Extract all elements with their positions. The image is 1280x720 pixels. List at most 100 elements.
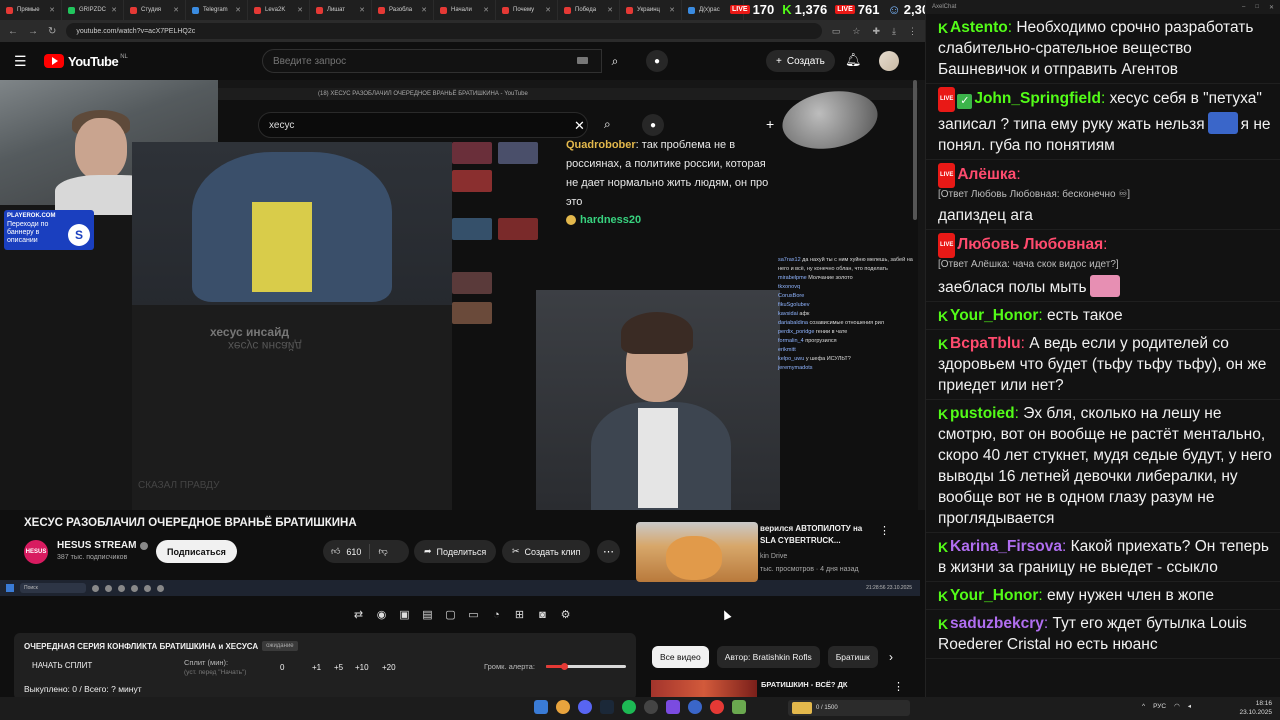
plus-20-button[interactable]: +20 <box>382 663 396 672</box>
forward-icon[interactable]: → <box>28 26 38 37</box>
browser-tab[interactable]: Победа ✕ <box>558 0 620 20</box>
chat-username[interactable]: Алёшка <box>957 166 1016 183</box>
app-icon[interactable] <box>666 700 680 714</box>
browser-tab[interactable]: Лишат ✕ <box>310 0 372 20</box>
spotify-icon[interactable] <box>622 700 636 714</box>
chrome-icon[interactable] <box>556 700 570 714</box>
create-button[interactable]: + Создать <box>766 50 835 72</box>
account-avatar[interactable] <box>879 51 899 71</box>
gear-icon[interactable]: ⚙ <box>557 606 574 623</box>
bell-icon[interactable]: 🔔︎ <box>845 52 862 68</box>
tab-close-icon[interactable]: ✕ <box>483 6 489 14</box>
tab-close-icon[interactable]: ✕ <box>173 6 179 14</box>
chat-username[interactable]: Your_Honor <box>950 587 1038 604</box>
chip-all-videos[interactable]: Все видео <box>652 646 709 668</box>
youtube-logo[interactable]: YouTube NL <box>44 54 128 69</box>
steam-icon[interactable] <box>600 700 614 714</box>
chip-bratishkin[interactable]: Братишк <box>827 646 878 668</box>
related-more-icon-2[interactable]: ⋮ <box>893 680 904 693</box>
plus-1-button[interactable]: +1 <box>312 663 321 672</box>
channel-avatar[interactable]: HESUS <box>24 540 48 564</box>
chat-username[interactable]: Astento <box>950 19 1008 36</box>
reload-icon[interactable]: ↻ <box>48 26 56 37</box>
chat-username[interactable]: Любовь Любовная <box>957 236 1103 253</box>
related-video-2[interactable]: БРАТИШКИН - ВСЁ? ДК ⋮ <box>651 678 921 698</box>
url-field[interactable]: youtube.com/watch?v=acX7PELHQ2c <box>66 23 822 39</box>
wifi-icon[interactable]: ◠ <box>1174 702 1180 710</box>
clapper-icon[interactable]: ▤ <box>419 606 436 623</box>
tab-close-icon[interactable]: ✕ <box>359 6 365 14</box>
search-button[interactable]: ⌕ <box>600 49 630 73</box>
keyboard-icon[interactable] <box>577 57 588 64</box>
audio-icon[interactable]: ◉ <box>373 606 390 623</box>
obs-icon[interactable] <box>644 700 658 714</box>
chevron-up-icon[interactable]: ^ <box>1142 703 1145 710</box>
mic-button[interactable]: ● <box>646 50 668 72</box>
chat-username[interactable]: Karina_Firsova <box>950 538 1062 555</box>
speed-icon[interactable]: ◔ <box>488 606 505 623</box>
tab-close-icon[interactable]: ✕ <box>235 6 241 14</box>
channel-name[interactable]: HESUS STREAM <box>57 540 149 551</box>
chat-username[interactable]: John_Springfield <box>974 90 1101 107</box>
like-button[interactable]: 👍︎ 610 <box>323 544 371 559</box>
more-actions-button[interactable]: ⋯ <box>597 540 620 563</box>
split-value[interactable]: 0 <box>280 663 284 672</box>
browser-tab[interactable]: Студия ✕ <box>124 0 186 20</box>
hamburger-icon[interactable]: ☰ <box>14 53 28 70</box>
clip-button[interactable]: ✂ Создать клип <box>502 540 591 563</box>
browser-tab[interactable]: Начали ✕ <box>434 0 496 20</box>
browser-tab[interactable]: Leva2K ✕ <box>248 0 310 20</box>
menu-icon[interactable]: ⋮ <box>908 26 917 37</box>
language-indicator[interactable]: РУС <box>1153 703 1166 710</box>
browser-tab[interactable]: Прямые ✕ <box>0 0 62 20</box>
tab-close-icon[interactable]: ✕ <box>111 6 117 14</box>
slider-knob[interactable] <box>560 663 568 670</box>
dislike-button[interactable]: 👎︎ <box>370 546 387 557</box>
browser-tab[interactable]: Украинц ✕ <box>620 0 682 20</box>
taskbar-clock[interactable]: 18:16 23.10.2025 <box>1228 699 1272 717</box>
related-more-icon[interactable]: ⋮ <box>879 524 890 537</box>
download-icon[interactable]: ⤓ <box>892 26 896 37</box>
add-icon[interactable]: ⊞ <box>511 606 528 623</box>
tab-close-icon[interactable]: ✕ <box>545 6 551 14</box>
related-video[interactable]: верился АВТОПИЛОТУ на SLA CYBERTRUCK... … <box>636 520 921 582</box>
theater-icon[interactable]: ▭ <box>465 606 482 623</box>
share-button[interactable]: ➦ Поделиться <box>414 540 497 563</box>
browser-tab[interactable]: GRIPZDC ✕ <box>62 0 124 20</box>
maximize-icon[interactable]: □ <box>1255 4 1259 11</box>
alert-volume-slider[interactable] <box>546 663 626 670</box>
close-icon[interactable]: ✕ <box>1269 4 1274 11</box>
chat-username[interactable]: saduzbekcry <box>950 615 1044 632</box>
browser-tab[interactable]: Разобла ✕ <box>372 0 434 20</box>
chat-username[interactable]: Your_Honor <box>950 307 1038 324</box>
extension-icon[interactable]: ✚ <box>872 26 880 37</box>
screenshot-icon[interactable]: ▣ <box>396 606 413 623</box>
tab-close-icon[interactable]: ✕ <box>669 6 675 14</box>
cast-icon[interactable]: ▭ <box>832 26 841 37</box>
plus-5-button[interactable]: +5 <box>334 663 343 672</box>
plus-10-button[interactable]: +10 <box>355 663 369 672</box>
camera-icon[interactable]: ◙ <box>534 606 551 623</box>
picture-icon[interactable]: ▢ <box>442 606 459 623</box>
taskbar-widget[interactable]: 0 / 1500 <box>788 700 910 716</box>
browser-tab[interactable]: Telegram ✕ <box>186 0 248 20</box>
chip-author[interactable]: Автор: Bratishkin Rofls <box>716 646 820 668</box>
back-icon[interactable]: ← <box>8 26 18 37</box>
subscribe-button[interactable]: Подписаться <box>156 540 237 563</box>
browser-tab[interactable]: Почему ✕ <box>496 0 558 20</box>
minimize-icon[interactable]: – <box>1242 4 1245 11</box>
star-icon[interactable]: ☆ <box>852 26 860 37</box>
start-icon[interactable] <box>534 700 548 714</box>
app-icon[interactable] <box>710 700 724 714</box>
tab-close-icon[interactable]: ✕ <box>49 6 55 14</box>
discord-icon[interactable] <box>578 700 592 714</box>
app-icon[interactable] <box>732 700 746 714</box>
chat-username[interactable]: BcpaTblu <box>950 335 1021 352</box>
tab-close-icon[interactable]: ✕ <box>607 6 613 14</box>
loop-icon[interactable]: ⇄ <box>350 606 367 623</box>
video-player[interactable]: (18) ХЕСУС РАЗОБЛАЧИЛ ОЧЕРЕДНОЕ ВРАНЬЁ Б… <box>0 80 925 510</box>
tab-close-icon[interactable]: ✕ <box>421 6 427 14</box>
tab-close-icon[interactable]: ✕ <box>297 6 303 14</box>
start-split-button[interactable]: НАЧАТЬ СПЛИТ <box>32 661 92 670</box>
search-input[interactable] <box>273 55 553 67</box>
